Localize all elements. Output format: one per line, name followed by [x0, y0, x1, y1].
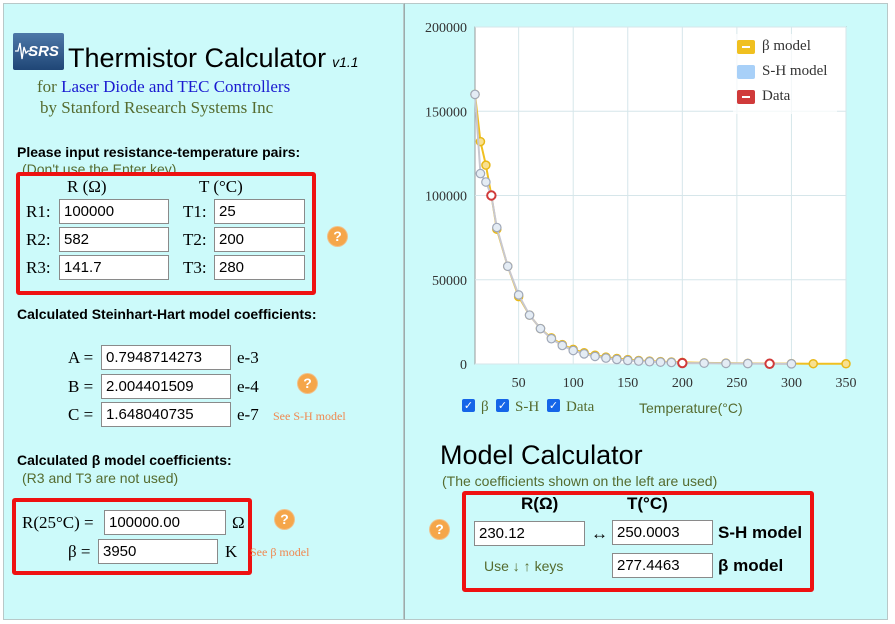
- beta-model-point: [841, 359, 851, 369]
- x-tick-label: 150: [617, 376, 638, 391]
- sh-model-point: [612, 354, 622, 365]
- beta-model-point: [808, 358, 819, 369]
- legend-data-swatch: [737, 89, 755, 104]
- checkbox-sh[interactable]: ✓: [496, 399, 509, 412]
- legend-sh[interactable]: S-H model: [737, 63, 827, 80]
- checkbox-beta[interactable]: ✓: [462, 399, 475, 412]
- sh-model-point: [481, 177, 491, 187]
- checkbox-beta-label: β: [481, 399, 489, 415]
- checkbox-sh-label: S-H: [515, 399, 540, 415]
- sh-model-label: S-H model: [718, 523, 803, 542]
- y-tick-label: 0: [460, 358, 467, 373]
- sh-model-point: [524, 310, 535, 320]
- sh-model-point: [535, 323, 546, 334]
- y-tick-label: 100000: [425, 190, 467, 205]
- sh-model-point: [644, 356, 655, 367]
- legend-data-label: Data: [762, 88, 791, 104]
- model-calculator-title: Model Calculator: [440, 440, 643, 470]
- x-tick-label: 350: [836, 376, 857, 391]
- y-tick-label: 50000: [432, 274, 467, 289]
- sh-model-point: [699, 358, 709, 368]
- sh-model-point: [666, 357, 677, 368]
- legend-beta-label: β model: [762, 38, 811, 54]
- checkbox-data[interactable]: ✓: [547, 399, 560, 412]
- sh-model-point: [786, 359, 797, 369]
- legend-beta[interactable]: β model: [737, 38, 811, 55]
- sh-model-point: [502, 261, 513, 272]
- mc-beta-temperature-input[interactable]: [612, 553, 713, 578]
- chart-legend: β model S-H model Data: [733, 34, 837, 114]
- sh-model-point: [590, 351, 600, 362]
- sh-model-point: [492, 222, 502, 233]
- data-point: [677, 357, 688, 369]
- legend-sh-label: S-H model: [762, 63, 828, 79]
- sh-model-point: [470, 89, 480, 100]
- mc-col-r-header: R(Ω): [521, 494, 559, 513]
- mc-col-t-header: T(°C): [627, 494, 668, 513]
- sh-model-point: [546, 333, 557, 344]
- y-tick-label: 200000: [425, 21, 467, 36]
- model-calc-help-icon[interactable]: ?: [430, 520, 449, 539]
- x-tick-label: 250: [726, 376, 747, 391]
- sh-model-point: [742, 358, 753, 369]
- beta-model-label: β model: [718, 556, 784, 575]
- mc-sh-temperature-input[interactable]: [612, 520, 713, 545]
- sh-model-point: [475, 168, 486, 179]
- x-tick-label: 100: [563, 376, 584, 391]
- legend-data[interactable]: Data: [737, 88, 790, 105]
- model-calculator-note: (The coefficients shown on the left are …: [442, 473, 718, 489]
- x-axis-title: Temperature(°C): [639, 400, 743, 416]
- sh-model-point: [557, 340, 568, 351]
- sh-model-point: [622, 355, 633, 366]
- data-point: [764, 358, 775, 369]
- sh-model-point: [655, 357, 666, 367]
- data-point: [486, 190, 497, 201]
- sh-model-point: [579, 349, 589, 359]
- x-tick-label: 50: [512, 376, 526, 391]
- checkbox-data-label: Data: [566, 399, 595, 415]
- keys-hint: Use ↓ ↑ keys: [484, 558, 564, 574]
- sh-model-point: [721, 358, 731, 369]
- sh-model-point: [568, 345, 579, 356]
- bidirectional-arrow-icon: ↔: [591, 524, 608, 543]
- legend-sh-swatch: [737, 64, 755, 79]
- sh-model-point: [601, 353, 611, 363]
- beta-model-point: [481, 160, 491, 170]
- y-tick-label: 150000: [425, 105, 467, 120]
- x-tick-label: 300: [781, 376, 802, 391]
- mc-resistance-input[interactable]: [474, 521, 585, 546]
- sh-model-point: [633, 356, 644, 366]
- x-tick-label: 200: [672, 376, 693, 391]
- legend-beta-swatch: [737, 39, 755, 54]
- sh-model-point: [513, 290, 524, 300]
